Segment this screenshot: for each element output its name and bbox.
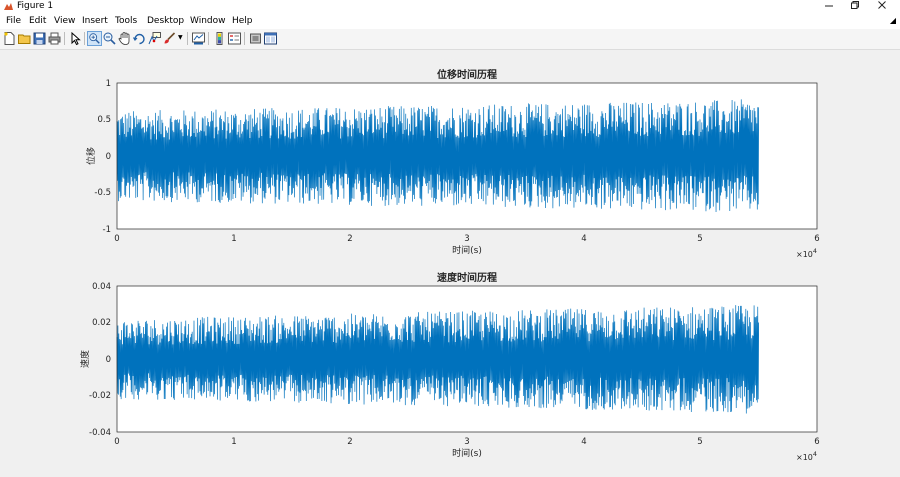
x-tick-label: 2 <box>347 234 352 244</box>
toolbar-separator <box>208 32 209 45</box>
brush-icon[interactable] <box>162 31 177 46</box>
x-tick-label: 4 <box>581 234 586 244</box>
insert-legend-icon[interactable] <box>227 31 242 46</box>
axes-title: 位移时间历程 <box>437 68 497 81</box>
y-tick-label: 0 <box>106 355 111 365</box>
maximize-button[interactable] <box>841 0 869 13</box>
insert-colorbar-icon[interactable] <box>212 31 227 46</box>
x-tick-label: 1 <box>231 437 236 447</box>
save-icon[interactable] <box>32 31 47 46</box>
y-tick-label: 0 <box>106 152 111 162</box>
menu-insert[interactable]: Insert <box>82 13 108 29</box>
new-figure-icon[interactable] <box>2 31 17 46</box>
dock-arrow-icon[interactable]: ◢ <box>890 13 896 29</box>
menu-view[interactable]: View <box>54 13 75 29</box>
x-tick-label: 3 <box>464 234 469 244</box>
hide-plot-tools-icon[interactable] <box>248 31 263 46</box>
y-axis-label: 速度 <box>79 350 91 368</box>
axes-title: 速度时间历程 <box>437 271 497 284</box>
close-button[interactable] <box>868 0 896 13</box>
rotate-3d-icon[interactable] <box>132 31 147 46</box>
x-tick-label: 4 <box>581 437 586 447</box>
print-icon[interactable] <box>47 31 62 46</box>
x-tick-label: 0 <box>114 437 119 447</box>
axes-displacement[interactable]: 位移时间历程 1 0.5 0 -0.5 -1 0 1 2 3 4 5 6 ×10… <box>85 68 820 259</box>
pan-icon[interactable] <box>117 31 132 46</box>
x-tick-label: 6 <box>814 234 819 244</box>
y-tick-label: 0.5 <box>97 115 111 125</box>
x-tick-label: 5 <box>697 234 702 244</box>
toolbar-separator <box>84 32 85 45</box>
y-tick-label: 0.04 <box>92 282 111 292</box>
close-icon <box>878 1 886 9</box>
open-file-icon[interactable] <box>17 31 32 46</box>
x-axis-label: 时间(s) <box>452 447 482 459</box>
data-cursor-icon[interactable] <box>147 31 162 46</box>
x-tick-label: 3 <box>464 437 469 447</box>
menu-file[interactable]: File <box>6 13 21 29</box>
x-tick-label: 1 <box>231 234 236 244</box>
y-axis-label: 位移 <box>85 147 97 165</box>
brush-dropdown-icon[interactable]: ▼ <box>178 34 183 41</box>
x-tick-label: 0 <box>114 234 119 244</box>
show-plot-tools-icon[interactable] <box>263 31 278 46</box>
x-tick-label: 5 <box>697 437 702 447</box>
zoom-in-icon[interactable] <box>87 31 102 46</box>
y-tick-label: -1 <box>103 225 111 235</box>
figure-svg: 位移时间历程 1 0.5 0 -0.5 -1 0 1 2 3 4 5 6 ×10… <box>79 68 820 462</box>
axes-velocity[interactable]: 速度时间历程 0.04 0.02 0 -0.02 -0.04 0 1 2 3 4… <box>79 271 820 462</box>
x-tick-label: 6 <box>814 437 819 447</box>
restore-icon <box>851 1 859 9</box>
link-plot-icon[interactable] <box>191 31 206 46</box>
window-title: Figure 1 <box>17 1 54 11</box>
edit-plot-icon[interactable] <box>68 31 83 46</box>
x-exponent-label: ×104 <box>796 450 817 462</box>
x-tick-label: 2 <box>347 437 352 447</box>
y-tick-label: -0.02 <box>89 391 111 401</box>
menu-desktop[interactable]: Desktop <box>147 13 184 29</box>
y-tick-label: 1 <box>106 79 111 89</box>
menu-edit[interactable]: Edit <box>29 13 46 29</box>
y-tick-label: -0.04 <box>89 428 111 438</box>
y-tick-label: -0.5 <box>94 188 111 198</box>
x-exponent-label: ×104 <box>796 247 817 259</box>
menu-window[interactable]: Window <box>190 13 226 29</box>
figure-toolbar: ▼ <box>0 29 900 50</box>
zoom-out-icon[interactable] <box>102 31 117 46</box>
menu-help[interactable]: Help <box>232 13 253 29</box>
toolbar-separator <box>244 32 245 45</box>
y-tick-label: 0.02 <box>92 318 111 328</box>
title-bar: Figure 1 <box>0 0 900 13</box>
x-axis-label: 时间(s) <box>452 244 482 256</box>
matlab-figure-icon <box>3 1 14 12</box>
minimize-icon <box>825 5 833 7</box>
toolbar-separator <box>187 32 188 45</box>
toolbar-separator <box>64 32 65 45</box>
menu-bar: File Edit View Insert Tools Desktop Wind… <box>0 13 900 29</box>
minimize-button[interactable] <box>815 0 843 13</box>
figure-canvas: 位移时间历程 1 0.5 0 -0.5 -1 0 1 2 3 4 5 6 ×10… <box>0 50 900 473</box>
menu-tools[interactable]: Tools <box>115 13 137 29</box>
